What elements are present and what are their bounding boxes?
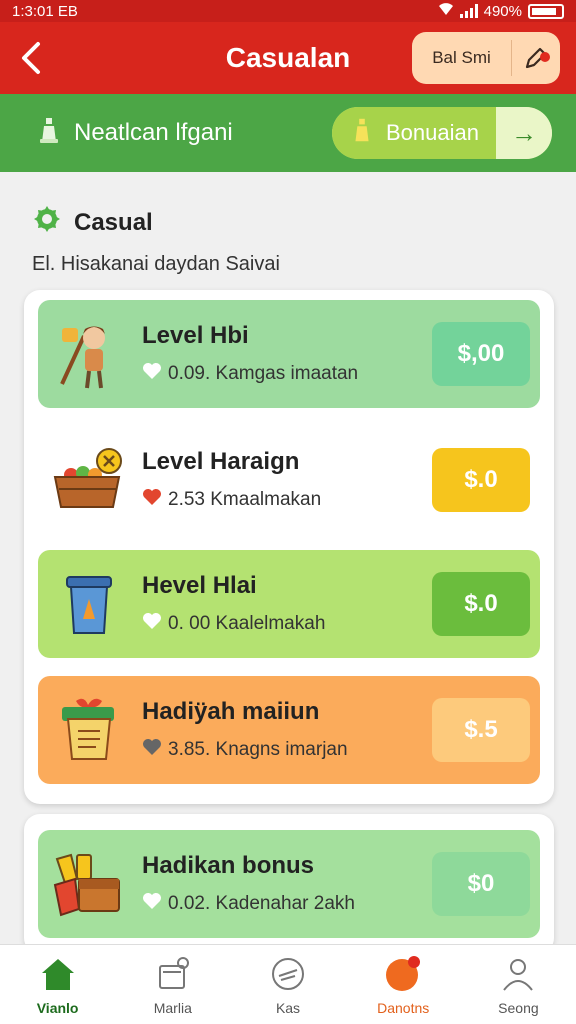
heart-icon [142,488,162,512]
item-title: Hadiÿah maiiun [142,698,320,725]
promo-bar: Neatlcan lfgani Bonuaian → [0,94,576,172]
orange-ball-icon [383,954,423,994]
bottle-icon [34,115,64,152]
nav-item-profile[interactable]: Seong [461,945,576,1024]
item-meta: 2.53 Kmaalmakan [142,488,432,512]
item-meta: 3.85. Knagns imarjan [142,738,432,762]
battery-icon [528,3,564,19]
item-meta: 0.09. Kamgas imaatan [142,362,432,386]
bonus-card: Hadikan bonus 0.02. Kadenahar 2akh $0 [24,814,554,954]
price-button[interactable]: $.0 [432,448,530,512]
treasure-chest-icon [44,839,134,929]
nav-item-store[interactable]: Marlia [115,945,230,1024]
list-item[interactable]: Level Haraign 2.53 Kmaalmakan $.0 [38,426,540,534]
home-icon [38,954,78,994]
nav-item-compass[interactable]: Kas [230,945,345,1024]
nav-label: Seong [498,999,539,1016]
nav-item-home[interactable]: Vianlo [0,945,115,1024]
nav-label: Marlia [153,999,192,1016]
list-item[interactable]: Hadiÿah maiiun 3.85. Knagns imarjan $.5 [38,676,540,784]
wifi-icon [438,2,454,20]
heart-icon [142,612,162,636]
nav-label: Danotns [377,999,430,1016]
pen-icon[interactable] [512,44,560,72]
chevron-left-icon [22,42,40,74]
status-time: 1:3:01 EB [12,2,78,20]
header-action-pill[interactable]: Bal Smi [412,32,560,84]
item-title: Hevel Hlai [142,572,257,599]
bonus-button-label: Bonuaian [386,120,479,145]
pill-label: Bal Smi [432,48,491,67]
bonus-button-main: Bonuaian [332,107,496,159]
character-icon [44,309,134,399]
nav-label: Vianlo [36,999,79,1016]
item-title: Level Haraign [142,448,300,475]
nav-label: Kas [275,999,301,1016]
item-title: Level Hbi [142,322,249,349]
status-bar: 1:3:01 EB 490% [0,0,576,22]
price-button[interactable]: $0 [432,852,530,916]
item-meta-text: 0. 00 Kaalelmakah [168,613,326,634]
nav-item-orange[interactable]: Danotns [346,945,461,1024]
item-meta-text: 3.85. Knagns imarjan [168,739,348,760]
profile-icon [498,954,538,994]
store-icon [153,954,193,994]
section-title: Casual [32,204,153,241]
list-item[interactable]: Hevel Hlai 0. 00 Kaalelmakah $.0 [38,550,540,658]
bottle-icon [348,116,376,150]
section-title-text: Casual [74,208,153,236]
gift-scroll-icon [44,685,134,775]
trash-bin-icon [44,559,134,649]
item-meta: 0.02. Kadenahar 2akh [142,892,432,916]
item-info: Hevel Hlai 0. 00 Kaalelmakah [134,572,432,636]
item-meta: 0. 00 Kaalelmakah [142,612,432,636]
app-bar: Casualan Bal Smi [0,22,576,94]
section-subtitle: El. Hisakanai daydan Saivai [32,253,280,275]
arrow-right-icon: → [496,107,552,159]
item-info: Level Hbi 0.09. Kamgas imaatan [134,322,432,386]
list-item[interactable]: Level Hbi 0.09. Kamgas imaatan $,00 [38,300,540,408]
price-button[interactable]: $,00 [432,322,530,386]
heart-icon [142,362,162,386]
bottom-nav: Vianlo Marlia Kas Danotns Seong [0,944,576,1024]
price-button[interactable]: $.0 [432,572,530,636]
notification-dot [540,52,550,62]
item-info: Level Haraign 2.53 Kmaalmakan [134,448,432,512]
back-button[interactable] [18,38,58,78]
item-info: Hadikan bonus 0.02. Kadenahar 2akh [134,852,432,916]
list-item[interactable]: Hadikan bonus 0.02. Kadenahar 2akh $0 [38,830,540,938]
list-card: Level Hbi 0.09. Kamgas imaatan $,00 Leve… [24,290,554,804]
item-meta-text: 0.09. Kamgas imaatan [168,363,359,384]
food-basket-icon [44,435,134,525]
promo-text: Neatlcan lfgani [74,119,233,146]
item-meta-text: 2.53 Kmaalmakan [168,489,322,510]
heart-icon [142,738,162,762]
price-button[interactable]: $.5 [432,698,530,762]
item-meta-text: 0.02. Kadenahar 2akh [168,893,355,914]
signal-icon [459,4,478,18]
compass-icon [268,954,308,994]
page-title: Casualan [225,42,351,73]
item-title: Hadikan bonus [142,852,315,879]
status-icons: 490% [438,2,564,20]
item-info: Hadiÿah maiiun 3.85. Knagns imarjan [134,698,432,762]
bonus-button[interactable]: Bonuaian → [332,107,552,159]
heart-icon [142,892,162,916]
promo-label: Neatlcan lfgani [0,115,233,152]
battery-percent: 490% [483,2,522,20]
gear-badge-icon [32,204,62,241]
